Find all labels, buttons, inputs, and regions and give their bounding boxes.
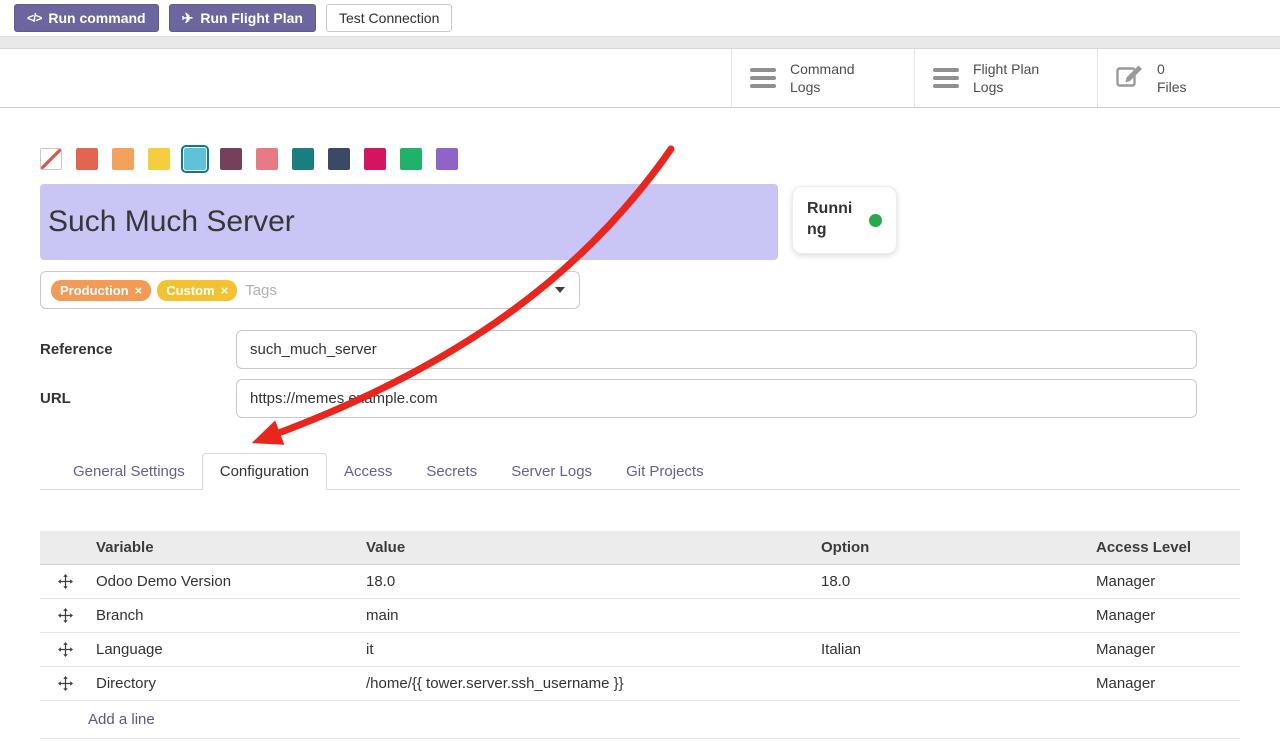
run-flight-plan-label: Run Flight Plan bbox=[200, 10, 303, 26]
table-row[interactable]: Odoo Demo Version 18.0 18.0 Manager bbox=[40, 565, 1240, 599]
tab-access[interactable]: Access bbox=[327, 454, 409, 489]
cell-variable[interactable]: Odoo Demo Version bbox=[96, 565, 366, 599]
run-command-button[interactable]: </> Run command bbox=[14, 4, 159, 32]
cell-variable[interactable]: Directory bbox=[96, 667, 366, 701]
column-header[interactable]: Access Level bbox=[1096, 531, 1240, 565]
swatch-no-color[interactable] bbox=[40, 148, 62, 170]
tab-general-settings[interactable]: General Settings bbox=[56, 454, 202, 489]
test-connection-button[interactable]: Test Connection bbox=[326, 4, 452, 32]
cell-option[interactable]: Italian bbox=[821, 633, 1096, 667]
top-toolbar: </> Run command ✈ Run Flight Plan Test C… bbox=[0, 0, 1280, 36]
drag-handle-icon[interactable] bbox=[40, 599, 96, 633]
reference-label: Reference bbox=[40, 341, 236, 358]
cell-option[interactable] bbox=[821, 667, 1096, 701]
cell-variable[interactable]: Branch bbox=[96, 599, 366, 633]
tags-field[interactable]: Production × Custom × Tags bbox=[40, 271, 580, 309]
tag-label: Custom bbox=[166, 283, 214, 298]
edit-icon bbox=[1116, 63, 1143, 93]
column-header[interactable]: Value bbox=[366, 531, 821, 565]
tag-label: Production bbox=[60, 283, 129, 298]
remove-tag-icon[interactable]: × bbox=[135, 283, 143, 298]
variables-table: Variable Value Option Access Level Odoo … bbox=[40, 531, 1240, 739]
run-command-label: Run command bbox=[48, 10, 145, 26]
test-connection-label: Test Connection bbox=[339, 10, 439, 26]
server-name: Such Much Server bbox=[48, 205, 295, 239]
title-row: Such Much Server Running bbox=[40, 184, 1240, 260]
tab-server-logs[interactable]: Server Logs bbox=[494, 454, 609, 489]
cell-value[interactable]: main bbox=[366, 599, 821, 633]
chevron-down-icon[interactable] bbox=[555, 287, 565, 293]
drag-handle-icon[interactable] bbox=[40, 633, 96, 667]
tab-git-projects[interactable]: Git Projects bbox=[609, 454, 721, 489]
handle-column-header bbox=[40, 531, 96, 565]
code-icon: </> bbox=[27, 11, 41, 25]
column-header[interactable]: Option bbox=[821, 531, 1096, 565]
header-band: Command Logs Flight Plan Logs 0 Files bbox=[0, 49, 1280, 108]
color-swatch[interactable] bbox=[328, 148, 350, 170]
run-flight-plan-button[interactable]: ✈ Run Flight Plan bbox=[169, 4, 316, 32]
color-swatch[interactable] bbox=[184, 148, 206, 170]
cell-access-level[interactable]: Manager bbox=[1096, 633, 1240, 667]
color-swatch[interactable] bbox=[364, 148, 386, 170]
flight-plan-logs-stat-button[interactable]: Flight Plan Logs bbox=[914, 49, 1097, 107]
plane-icon: ✈ bbox=[182, 10, 194, 27]
menu-icon bbox=[750, 68, 776, 88]
tag-pill[interactable]: Production × bbox=[51, 280, 151, 301]
flight-plan-logs-label: Flight Plan Logs bbox=[973, 60, 1039, 96]
cell-access-level[interactable]: Manager bbox=[1096, 565, 1240, 599]
command-logs-stat-button[interactable]: Command Logs bbox=[731, 49, 914, 107]
cell-value[interactable]: /home/{{ tower.server.ssh_username }} bbox=[366, 667, 821, 701]
add-a-line-link[interactable]: Add a line bbox=[88, 711, 155, 728]
server-name-field[interactable]: Such Much Server bbox=[40, 184, 778, 260]
url-label: URL bbox=[40, 390, 236, 407]
table-row[interactable]: Branch main Manager bbox=[40, 599, 1240, 633]
cell-option[interactable]: 18.0 bbox=[821, 565, 1096, 599]
menu-icon bbox=[933, 68, 959, 88]
add-line-row: Add a line bbox=[40, 701, 1240, 739]
status-card: Running bbox=[792, 186, 897, 254]
drag-handle-icon[interactable] bbox=[40, 667, 96, 701]
cell-option[interactable] bbox=[821, 599, 1096, 633]
cell-value[interactable]: it bbox=[366, 633, 821, 667]
table-row[interactable]: Directory /home/{{ tower.server.ssh_user… bbox=[40, 667, 1240, 701]
server-form: Such Much Server Running Production × Cu… bbox=[0, 148, 1280, 739]
cell-access-level[interactable]: Manager bbox=[1096, 667, 1240, 701]
breadcrumb-strip bbox=[0, 36, 1280, 49]
drag-handle-icon[interactable] bbox=[40, 565, 96, 599]
notebook-tabs: General Settings Configuration Access Se… bbox=[40, 453, 1240, 490]
color-swatch[interactable] bbox=[112, 148, 134, 170]
reference-row: Reference bbox=[40, 330, 1240, 369]
table-header-row: Variable Value Option Access Level bbox=[40, 531, 1240, 565]
cell-variable[interactable]: Language bbox=[96, 633, 366, 667]
color-swatch[interactable] bbox=[256, 148, 278, 170]
color-swatches bbox=[40, 148, 1240, 170]
url-input[interactable] bbox=[236, 379, 1197, 418]
color-swatch[interactable] bbox=[436, 148, 458, 170]
cell-access-level[interactable]: Manager bbox=[1096, 599, 1240, 633]
color-swatch[interactable] bbox=[148, 148, 170, 170]
remove-tag-icon[interactable]: × bbox=[221, 283, 229, 298]
files-stat-button[interactable]: 0 Files bbox=[1097, 49, 1280, 107]
cell-value[interactable]: 18.0 bbox=[366, 565, 821, 599]
color-swatch[interactable] bbox=[76, 148, 98, 170]
tag-pill[interactable]: Custom × bbox=[157, 280, 237, 301]
reference-input[interactable] bbox=[236, 330, 1197, 369]
color-swatch[interactable] bbox=[220, 148, 242, 170]
command-logs-label: Command Logs bbox=[790, 60, 855, 96]
tab-configuration[interactable]: Configuration bbox=[202, 453, 327, 490]
tab-secrets[interactable]: Secrets bbox=[409, 454, 494, 489]
tags-placeholder: Tags bbox=[245, 282, 277, 299]
status-dot-green bbox=[869, 214, 882, 227]
files-label: 0 Files bbox=[1157, 60, 1187, 96]
table-row[interactable]: Language it Italian Manager bbox=[40, 633, 1240, 667]
color-swatch[interactable] bbox=[292, 148, 314, 170]
color-swatch[interactable] bbox=[400, 148, 422, 170]
column-header[interactable]: Variable bbox=[96, 531, 366, 565]
url-row: URL bbox=[40, 379, 1240, 418]
status-label: Running bbox=[807, 199, 859, 241]
